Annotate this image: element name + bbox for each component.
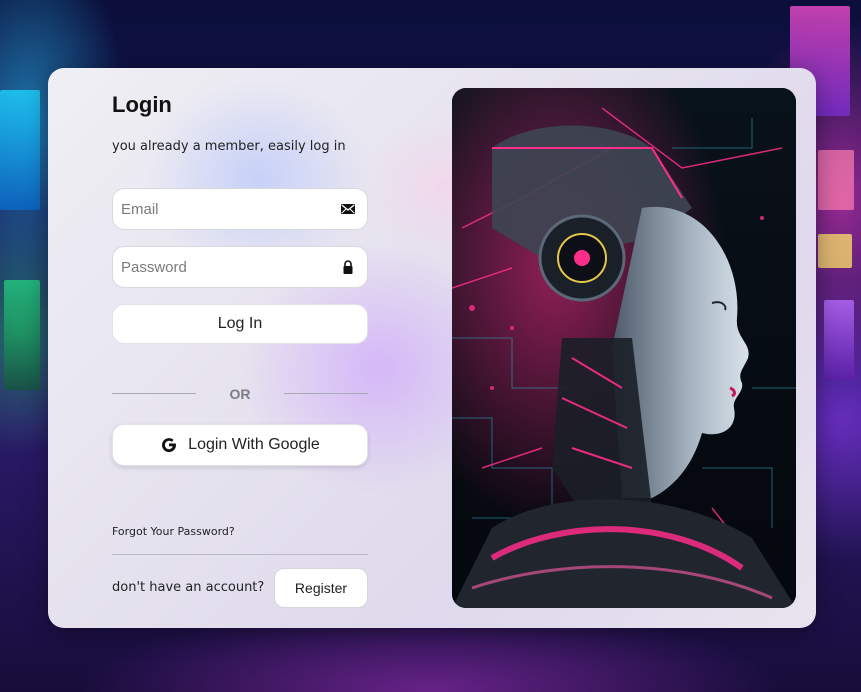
cyborg-artwork-image (452, 88, 796, 608)
forgot-password-link[interactable]: Forgot Your Password? (112, 525, 235, 538)
login-button[interactable]: Log In (112, 304, 368, 344)
register-button[interactable]: Register (274, 568, 368, 608)
lock-icon (340, 259, 356, 275)
google-g-icon (160, 436, 178, 454)
background-neon-sign (818, 150, 854, 210)
page-subtitle: you already a member, easily log in (112, 139, 346, 154)
no-account-text: don't have an account? (112, 580, 265, 595)
footer-divider (112, 554, 368, 555)
or-divider: OR (112, 384, 368, 404)
password-input[interactable] (121, 247, 331, 287)
password-field (112, 246, 368, 288)
login-card: Login you already a member, easily log i… (48, 68, 816, 628)
google-button-label: Login With Google (188, 436, 320, 453)
background-neon-sign (0, 90, 40, 210)
email-field (112, 188, 368, 230)
background-neon-sign (4, 280, 40, 390)
background-neon-sign (824, 300, 854, 380)
divider-text: OR (229, 386, 251, 402)
login-form: Login you already a member, easily log i… (112, 68, 368, 628)
envelope-icon (340, 201, 356, 217)
page-title: Login (112, 92, 172, 117)
email-input[interactable] (121, 189, 331, 229)
google-login-button[interactable]: Login With Google (112, 424, 368, 466)
background-neon-sign (818, 234, 852, 268)
